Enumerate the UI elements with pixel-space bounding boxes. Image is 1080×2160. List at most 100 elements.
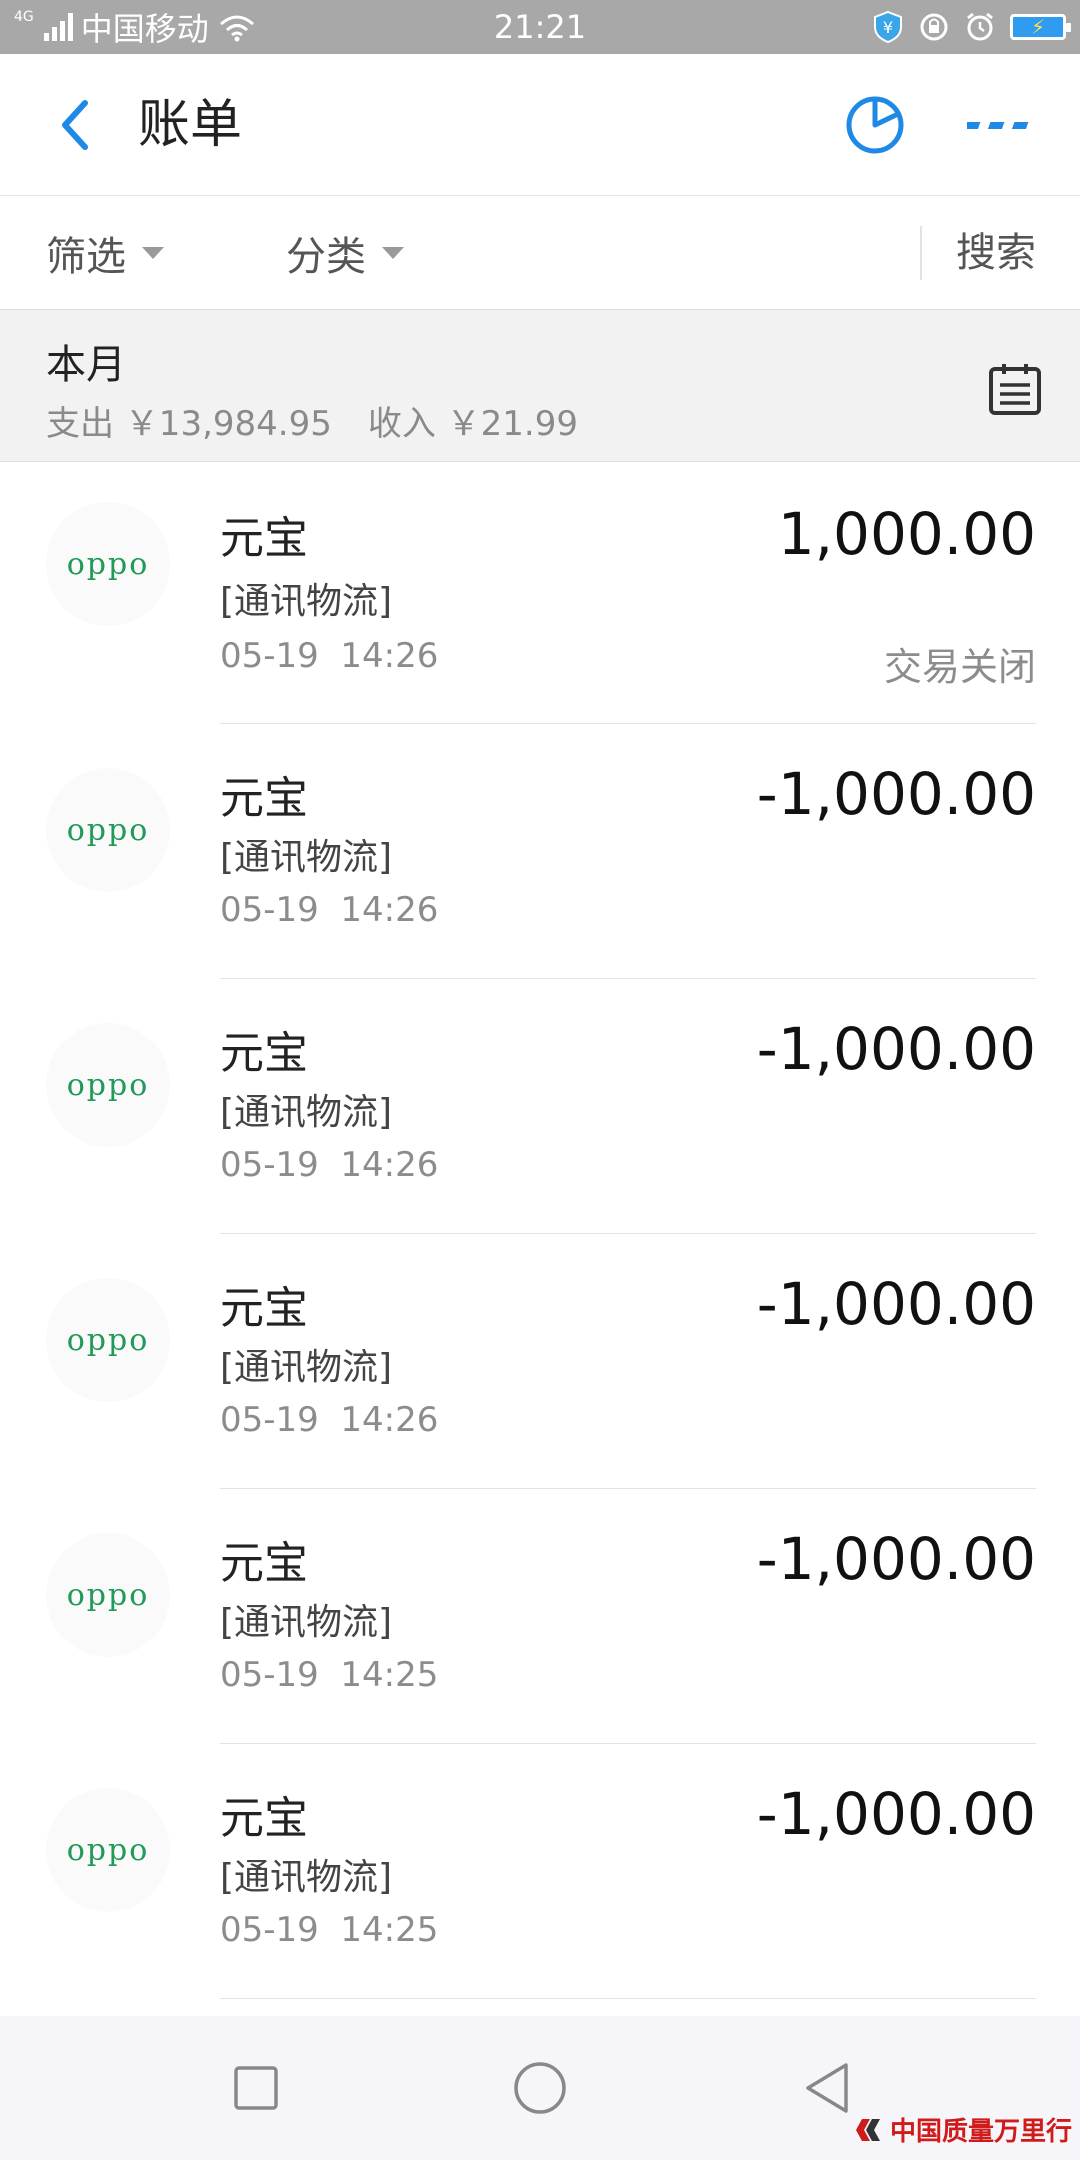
category-label: 分类 [286, 234, 366, 280]
bill-datetime: 05-19 14:26 [220, 1400, 438, 1440]
pie-chart-icon [846, 96, 904, 154]
divider [220, 1998, 1036, 1999]
bill-amount: -1,000.00 [756, 1525, 1036, 1593]
list-item[interactable]: oppo 元宝 [通讯物流] 05-19 14:26 1,000.00 交易关闭 [0, 462, 1080, 724]
more-button[interactable] [960, 90, 1040, 160]
list-item[interactable]: oppo 元宝 [通讯物流] 05-19 14:26 -1,000.00 [0, 979, 1080, 1234]
oppo-logo: oppo [66, 1832, 150, 1868]
bill-date: 05-19 [220, 1145, 319, 1185]
expense-label: 支出 [46, 404, 114, 444]
status-right: ¥ ⚡ [872, 0, 1071, 54]
bill-date: 05-19 [220, 1910, 319, 1950]
watermark-logo-icon [855, 2118, 880, 2141]
merchant-name: 元宝 [220, 773, 308, 824]
bill-status: 交易关闭 [883, 645, 1036, 689]
shield-yuan-icon: ¥ [874, 10, 902, 44]
more-dots-icon [967, 122, 1029, 129]
oppo-logo: oppo [66, 546, 150, 582]
bill-time: 14:25 [340, 1655, 439, 1695]
oppo-logo: oppo [66, 1577, 150, 1613]
caret-down-icon [142, 247, 164, 259]
circle-icon [514, 2062, 566, 2114]
bill-datetime: 05-19 14:26 [220, 890, 438, 930]
income-label: 收入 [367, 404, 436, 444]
category-tag: [通讯物流] [220, 1857, 393, 1898]
recent-apps-button[interactable] [220, 2052, 292, 2124]
oppo-logo: oppo [66, 1067, 150, 1103]
watermark: 中国质量万里行 [854, 2111, 1072, 2148]
bill-amount: -1,000.00 [756, 1015, 1036, 1083]
square-icon [234, 2066, 278, 2110]
merchant-name: 元宝 [220, 1028, 308, 1079]
bill-datetime: 05-19 14:26 [220, 1145, 438, 1185]
battery-icon: ⚡ [1010, 14, 1071, 40]
bill-list: oppo 元宝 [通讯物流] 05-19 14:26 1,000.00 交易关闭… [0, 462, 1080, 1999]
network-type: 4G [14, 9, 34, 25]
income-total: 收入 ￥21.99 [368, 396, 578, 445]
merchant-logo: oppo [46, 502, 170, 626]
category-tag: [通讯物流] [220, 1092, 393, 1133]
month-summary-bar: 本月 支出 ￥13,984.95 收入 ￥21.99 [0, 310, 1080, 462]
list-item[interactable]: oppo 元宝 [通讯物流] 05-19 14:25 -1,000.00 [0, 1489, 1080, 1744]
bill-date: 05-19 [220, 636, 319, 676]
svg-text:¥: ¥ [883, 18, 893, 37]
category-tag: [通讯物流] [220, 1347, 393, 1388]
expense-total: 支出 ￥13,984.95 [46, 396, 332, 445]
bill-amount: -1,000.00 [756, 1270, 1036, 1338]
signal-icon [43, 13, 73, 41]
merchant-name: 元宝 [220, 1538, 308, 1589]
expense-value: ￥13,984.95 [124, 404, 332, 444]
bill-time: 14:25 [340, 1910, 439, 1950]
triangle-back-icon [806, 2063, 848, 2113]
caret-down-icon [382, 247, 404, 259]
list-item[interactable]: oppo 元宝 [通讯物流] 05-19 14:26 -1,000.00 [0, 724, 1080, 979]
merchant-name: 元宝 [220, 513, 308, 564]
bill-datetime: 05-19 14:25 [220, 1655, 438, 1695]
watermark-text: 中国质量万里行 [889, 2117, 1072, 2147]
status-left: 4G 中国移动 [14, 0, 257, 54]
merchant-logo: oppo [46, 768, 170, 892]
system-nav-bar: 中国质量万里行 [0, 2016, 1080, 2160]
oppo-logo: oppo [66, 812, 150, 848]
statistics-button[interactable] [840, 90, 910, 160]
wifi-icon [219, 15, 254, 42]
list-item[interactable]: oppo 元宝 [通讯物流] 05-19 14:26 -1,000.00 [0, 1234, 1080, 1489]
filter-bar: 筛选 分类 搜索 [0, 196, 1080, 310]
lock-rotate-icon [920, 13, 948, 41]
filter-dropdown[interactable]: 筛选 [46, 196, 164, 310]
month-totals: 支出 ￥13,984.95 收入 ￥21.99 [46, 396, 578, 445]
divider [920, 226, 922, 280]
carrier-name: 中国移动 [80, 10, 209, 48]
bill-date: 05-19 [220, 890, 319, 930]
category-tag: [通讯物流] [220, 837, 393, 878]
category-tag: [通讯物流] [220, 581, 393, 622]
search-button[interactable]: 搜索 [956, 196, 1036, 310]
app-header: 账单 [0, 54, 1080, 196]
category-tag: [通讯物流] [220, 1602, 393, 1643]
merchant-logo: oppo [46, 1278, 170, 1402]
merchant-logo: oppo [46, 1788, 170, 1912]
page-title: 账单 [138, 95, 243, 155]
bill-date: 05-19 [220, 1400, 319, 1440]
bill-amount: -1,000.00 [756, 1780, 1036, 1848]
home-button[interactable] [504, 2052, 576, 2124]
alarm-icon [967, 12, 993, 41]
status-bar: 4G 中国移动 21:21 ¥ ⚡ [0, 0, 1080, 54]
merchant-name: 元宝 [220, 1283, 308, 1334]
bill-time: 14:26 [340, 890, 439, 930]
merchant-logo: oppo [46, 1023, 170, 1147]
bill-time: 14:26 [340, 1400, 439, 1440]
category-dropdown[interactable]: 分类 [286, 196, 404, 310]
back-button[interactable] [40, 90, 110, 160]
chevron-left-icon [62, 100, 88, 150]
bill-datetime: 05-19 14:25 [220, 1910, 438, 1950]
bill-time: 14:26 [340, 1145, 439, 1185]
income-value: ￥21.99 [446, 404, 579, 444]
filter-label: 筛选 [46, 234, 126, 280]
list-item[interactable]: oppo 元宝 [通讯物流] 05-19 14:25 -1,000.00 [0, 1744, 1080, 1999]
bill-date: 05-19 [220, 1655, 319, 1695]
clipboard-list-icon [989, 364, 1041, 415]
month-title: 本月 [46, 342, 126, 388]
monthly-report-button[interactable] [986, 360, 1044, 418]
bill-amount: 1,000.00 [777, 500, 1036, 568]
